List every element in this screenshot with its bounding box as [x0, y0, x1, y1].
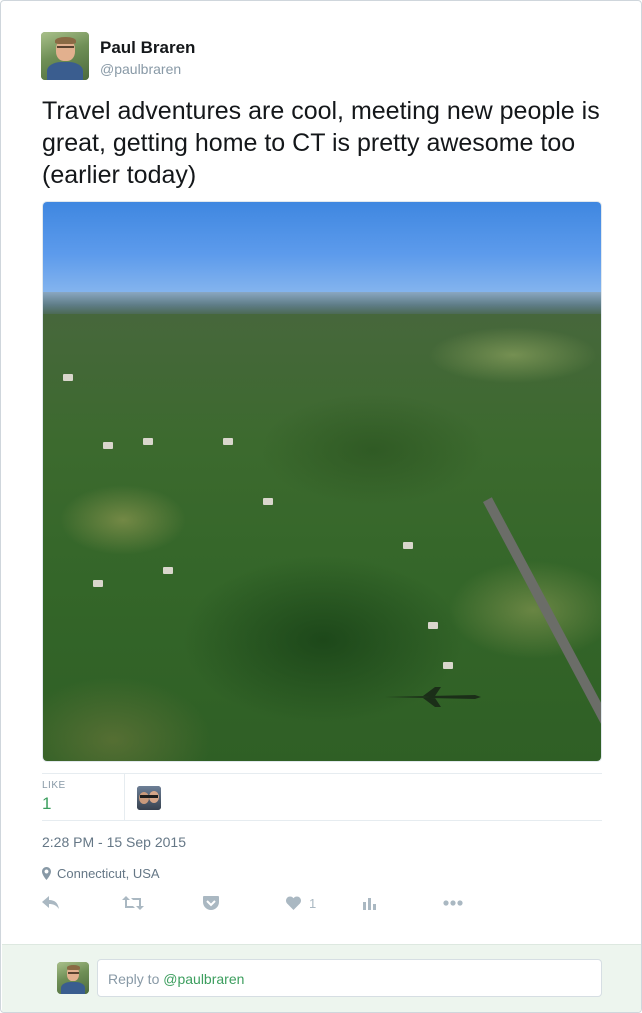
tweet-timestamp[interactable]: 2:28 PM - 15 Sep 2015 [42, 834, 186, 850]
reply-input[interactable]: Reply to @paulbraren [97, 959, 602, 997]
photo-house [428, 622, 438, 629]
heart-icon [286, 896, 301, 910]
more-button[interactable] [443, 892, 463, 914]
reply-mention: @paulbraren [163, 971, 245, 987]
photo-house [443, 662, 453, 669]
tweet-photo[interactable] [42, 201, 602, 762]
reply-button[interactable] [42, 892, 60, 914]
photo-landscape [43, 310, 601, 761]
more-icon [443, 900, 463, 906]
like-button[interactable]: 1 [286, 892, 316, 914]
divider [42, 773, 602, 774]
photo-horizon [43, 292, 601, 314]
analytics-icon [363, 897, 376, 910]
tweet-location[interactable]: Connecticut, USA [42, 866, 160, 881]
plane-shadow [385, 687, 481, 707]
photo-house [163, 567, 173, 574]
location-label: Connecticut, USA [57, 866, 160, 881]
tweet-text: Travel adventures are cool, meeting new … [42, 97, 600, 189]
retweet-icon [122, 896, 144, 910]
photo-house [103, 442, 113, 449]
reply-icon [42, 896, 59, 909]
photo-house [403, 542, 413, 549]
pocket-icon [203, 896, 219, 910]
retweet-button[interactable] [122, 892, 144, 914]
author-avatar[interactable] [41, 32, 89, 80]
divider [124, 774, 125, 820]
analytics-button[interactable] [363, 892, 376, 914]
photo-house [223, 438, 233, 445]
pocket-button[interactable] [203, 892, 219, 914]
author-handle[interactable]: @paulbraren [100, 61, 181, 77]
tweet-actions: 1 [42, 892, 522, 914]
likes-label: LIKE [42, 780, 66, 791]
divider [42, 820, 602, 821]
likes-count[interactable]: 1 [42, 794, 51, 814]
author-display-name[interactable]: Paul Braren [100, 38, 195, 58]
like-action-count: 1 [309, 895, 317, 911]
tweet-card: Paul Braren @paulbraren Travel adventure… [0, 0, 642, 1013]
photo-sky [43, 202, 601, 298]
current-user-avatar [57, 962, 89, 994]
photo-house [63, 374, 73, 381]
reply-prefix: Reply to [108, 971, 164, 987]
liker-avatar[interactable] [137, 786, 161, 810]
photo-house [93, 580, 103, 587]
photo-house [143, 438, 153, 445]
location-pin-icon [42, 867, 51, 880]
photo-house [263, 498, 273, 505]
